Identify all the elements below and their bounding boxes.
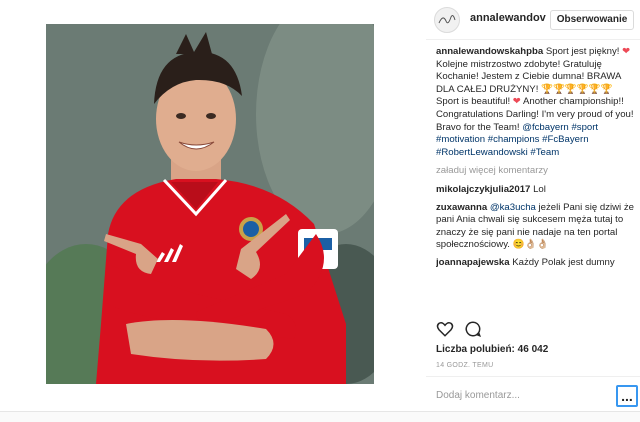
post-photo[interactable] xyxy=(46,24,374,384)
heart-emoji-icon: ❤ xyxy=(512,96,521,108)
caption: annalewandowskahpba Sport jest piękny! ❤… xyxy=(436,46,636,159)
comment-mention[interactable]: @ka3ucha xyxy=(490,202,536,213)
post-header: annalewandov Obserwowanie xyxy=(426,0,640,40)
hashtag-motivation[interactable]: #motivation xyxy=(436,134,485,145)
hashtag-champions[interactable]: #champions xyxy=(488,134,540,145)
trophy-emoji: 🏆🏆🏆🏆🏆🏆 xyxy=(541,83,613,95)
comment-text: Lol xyxy=(530,183,546,195)
load-more-comments-link[interactable]: załaduj więcej komentarzy xyxy=(436,165,636,178)
comments-list[interactable]: annalewandowskahpba Sport jest piękny! ❤… xyxy=(436,46,636,314)
more-options-button[interactable]: ... xyxy=(616,385,638,407)
speech-bubble-icon[interactable] xyxy=(464,320,482,338)
avatar-signature-icon xyxy=(438,15,456,24)
comment-item: joannapajewska Każdy Polak jest dumny xyxy=(436,257,636,270)
comment-item: mikolajczykjulia2017 Lol xyxy=(436,184,636,197)
hashtag-sport[interactable]: #sport xyxy=(571,122,598,133)
caption-username[interactable]: annalewandowskahpba xyxy=(436,46,543,57)
hashtag-fcbayern[interactable]: #FcBayern xyxy=(542,134,588,145)
hashtag-team[interactable]: #Team xyxy=(530,147,559,158)
hashtag-robertlewandowski[interactable]: #RobertLewandowski xyxy=(436,147,528,158)
likes-count[interactable]: Liczba polubień: 46 042 xyxy=(436,344,548,355)
post-sidebar: annalewandov Obserwowanie annalewandowsk… xyxy=(426,0,640,412)
comment-username[interactable]: joannapajewska xyxy=(436,257,510,268)
comment-username[interactable]: mikolajczykjulia2017 xyxy=(436,184,530,195)
add-comment-section: ... xyxy=(426,376,640,412)
post-timestamp[interactable]: 14 GODZ. TEMU xyxy=(436,362,493,369)
heart-emoji-icon: ❤ xyxy=(622,46,631,57)
profile-avatar[interactable] xyxy=(434,7,460,33)
comment-text: Każdy Polak jest dumny xyxy=(509,256,615,268)
comment-username[interactable]: zuxawanna xyxy=(436,202,487,213)
mention-fcbayern[interactable]: @fcbayern xyxy=(522,122,569,133)
football-player-photo xyxy=(46,24,374,384)
post-actions xyxy=(436,320,636,340)
instagram-post: annalewandov Obserwowanie annalewandowsk… xyxy=(0,0,640,412)
caption-text-pl-1: Sport jest piękny! xyxy=(543,46,623,57)
following-button[interactable]: Obserwowanie xyxy=(550,10,634,30)
comment-item: zuxawanna @ka3ucha jeżeli Pani się dziwi… xyxy=(436,202,636,252)
caption-text-en-1: Sport is beautiful! xyxy=(436,96,513,108)
heart-outline-icon[interactable] xyxy=(436,320,454,338)
header-username[interactable]: annalewandov xyxy=(470,12,546,24)
comment-input[interactable] xyxy=(436,387,596,403)
